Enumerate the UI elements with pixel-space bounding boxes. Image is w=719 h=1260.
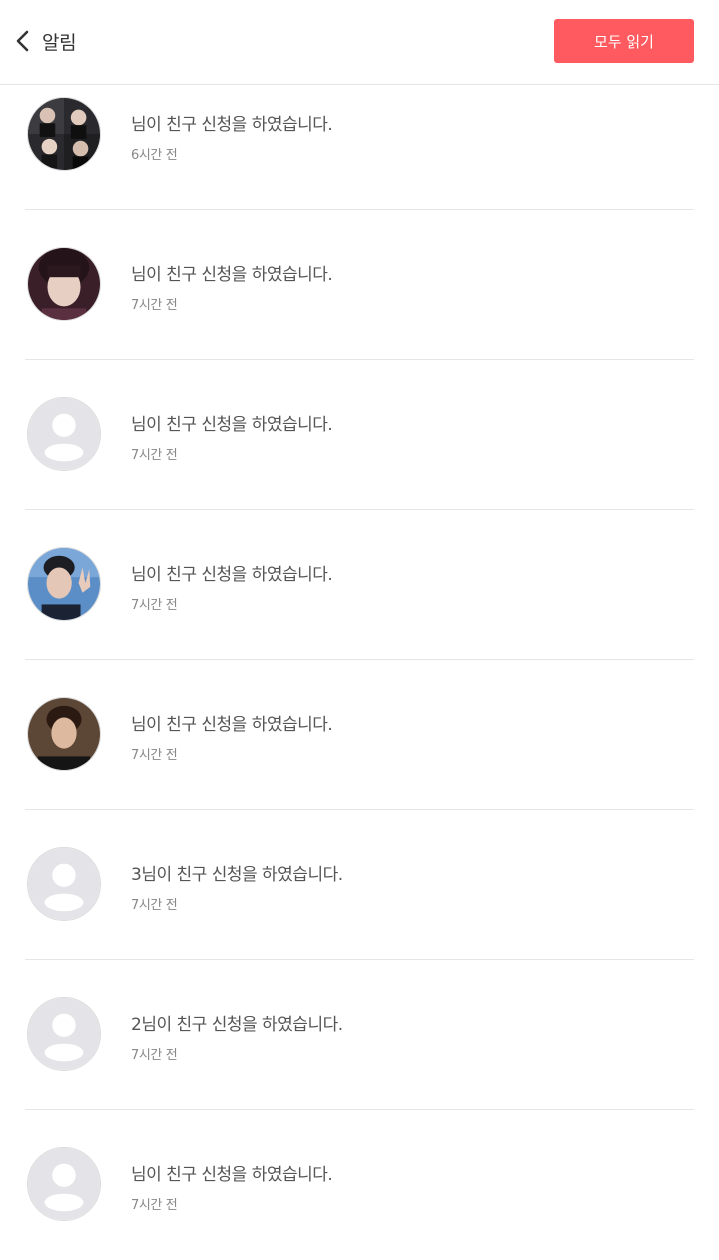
default-avatar-icon[interactable]: [27, 847, 101, 921]
notification-item[interactable]: 님이 친구 신청을 하였습니다. 7시간 전: [25, 510, 694, 660]
notification-item[interactable]: 님이 친구 신청을 하였습니다. 7시간 전: [25, 360, 694, 510]
notification-message: 님이 친구 신청을 하였습니다.: [131, 1165, 333, 1185]
avatar[interactable]: [27, 697, 101, 771]
read-all-button[interactable]: 모두 읽기: [554, 19, 694, 63]
avatar[interactable]: [27, 547, 101, 621]
notification-item[interactable]: 2님이 친구 신청을 하였습니다. 7시간 전: [25, 960, 694, 1110]
notification-message: 님이 친구 신청을 하였습니다.: [131, 565, 333, 585]
notification-message: 님이 친구 신청을 하였습니다.: [131, 715, 333, 735]
friend-nickname: 3: [131, 865, 142, 885]
notification-message: 님이 친구 신청을 하였습니다.: [131, 115, 333, 135]
back-button[interactable]: 알림: [14, 26, 77, 56]
notification-message: 님이 친구 신청을 하였습니다.: [141, 1015, 343, 1035]
notification-item[interactable]: 님이 친구 신청을 하였습니다. 7시간 전: [25, 660, 694, 810]
notification-time: 7시간 전: [131, 598, 178, 613]
notification-list: 님이 친구 신청을 하였습니다. 6시간 전 님이 친구 신청을 하였습니다. …: [25, 85, 694, 1260]
notification-item[interactable]: 님이 친구 신청을 하였습니다. 6시간 전: [25, 85, 694, 210]
header-bar: 알림 모두 읽기: [0, 0, 719, 85]
default-avatar-icon[interactable]: [27, 397, 101, 471]
notification-time: 7시간 전: [131, 448, 178, 463]
notification-message: 님이 친구 신청을 하였습니다.: [131, 265, 333, 285]
notification-message: 님이 친구 신청을 하였습니다.: [131, 415, 333, 435]
notification-time: 7시간 전: [131, 1048, 178, 1063]
notification-time: 6시간 전: [131, 148, 178, 163]
notification-item[interactable]: 님이 친구 신청을 하였습니다. 7시간 전: [25, 210, 694, 360]
page-title: 알림: [42, 31, 77, 54]
avatar[interactable]: [27, 97, 101, 171]
friend-nickname: 2: [131, 1015, 142, 1035]
default-avatar-icon[interactable]: [27, 1147, 101, 1221]
notification-time: 7시간 전: [131, 748, 178, 763]
notification-item[interactable]: 님이 친구 신청을 하였습니다. 7시간 전: [25, 1110, 694, 1260]
default-avatar-icon[interactable]: [27, 997, 101, 1071]
notification-time: 7시간 전: [131, 898, 178, 913]
chevron-left-icon: [14, 29, 32, 53]
notification-item[interactable]: 3님이 친구 신청을 하였습니다. 7시간 전: [25, 810, 694, 960]
notification-message: 님이 친구 신청을 하였습니다.: [141, 865, 343, 885]
notification-time: 7시간 전: [131, 298, 178, 313]
avatar[interactable]: [27, 247, 101, 321]
notification-time: 7시간 전: [131, 1198, 178, 1213]
